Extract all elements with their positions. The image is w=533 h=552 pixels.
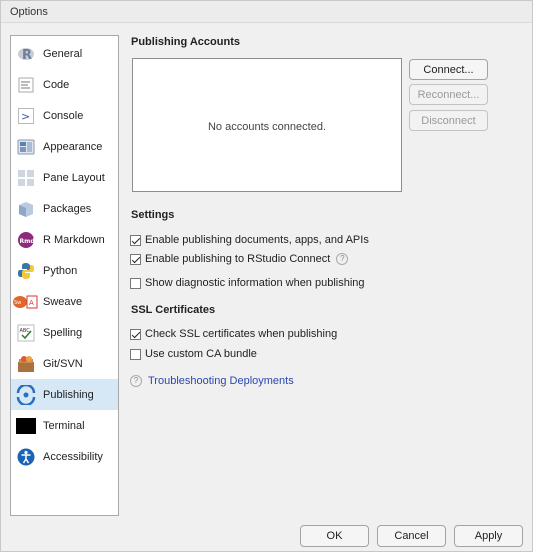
accessibility-icon xyxy=(16,447,36,467)
sidebar-item-label: Accessibility xyxy=(43,450,103,463)
window-title: Options xyxy=(10,6,48,18)
svg-text:R: R xyxy=(22,48,32,63)
custom-ca-row[interactable]: Use custom CA bundle xyxy=(130,346,257,362)
options-dialog: Options R General Code > Console Appeara… xyxy=(0,0,533,552)
packages-icon xyxy=(16,199,36,219)
enable-publishing-checkbox[interactable] xyxy=(130,234,141,246)
settings-heading: Settings xyxy=(131,209,175,221)
svg-text:>: > xyxy=(21,110,30,123)
sidebar-item-packages[interactable]: Packages xyxy=(11,193,118,224)
checkbox-label: Check SSL certificates when publishing xyxy=(145,328,338,340)
ssl-certificates-heading: SSL Certificates xyxy=(131,304,216,316)
sidebar-item-console[interactable]: > Console xyxy=(11,100,118,131)
sidebar-item-label: Sweave xyxy=(43,295,83,308)
ok-button[interactable]: OK xyxy=(300,525,369,547)
troubleshooting-row: ? Troubleshooting Deployments xyxy=(130,374,294,388)
sidebar-item-appearance[interactable]: Appearance xyxy=(11,131,118,162)
sidebar-item-sweave[interactable]: Sw A Sweave xyxy=(11,286,118,317)
check-ssl-row[interactable]: Check SSL certificates when publishing xyxy=(130,326,337,342)
checkbox-label: Enable publishing documents, apps, and A… xyxy=(145,234,369,246)
sidebar-item-accessibility[interactable]: Accessibility xyxy=(11,441,118,472)
python-icon xyxy=(16,261,36,281)
sidebar-item-label: R Markdown xyxy=(43,233,105,246)
console-icon: > xyxy=(16,106,36,126)
pane-layout-icon xyxy=(16,168,36,188)
sidebar-item-label: Git/SVN xyxy=(43,357,83,370)
spelling-icon: ABC xyxy=(16,323,36,343)
checkbox-label: Show diagnostic information when publish… xyxy=(145,277,365,289)
sidebar-item-general[interactable]: R General xyxy=(11,38,118,69)
accounts-list[interactable]: No accounts connected. xyxy=(132,58,402,192)
sidebar-item-label: Console xyxy=(43,109,84,122)
git-icon xyxy=(16,354,36,374)
cancel-button[interactable]: Cancel xyxy=(377,525,446,547)
publishing-icon xyxy=(16,384,36,405)
enable-publishing-row[interactable]: Enable publishing documents, apps, and A… xyxy=(130,232,369,248)
connect-button[interactable]: Connect... xyxy=(409,59,488,80)
sidebar-item-label: Packages xyxy=(43,202,92,215)
svg-text:Sw: Sw xyxy=(14,300,21,306)
terminal-icon xyxy=(16,416,36,436)
sweave-icon: Sw A xyxy=(13,292,39,312)
sidebar-item-label: Publishing xyxy=(43,388,94,401)
sidebar-item-r-markdown[interactable]: Rmd R Markdown xyxy=(11,224,118,255)
svg-text:Rmd: Rmd xyxy=(20,238,35,245)
rmarkdown-icon: Rmd xyxy=(16,230,36,250)
sidebar-item-label: Spelling xyxy=(43,326,83,339)
appearance-icon xyxy=(16,137,36,157)
sidebar-item-label: Terminal xyxy=(43,419,85,432)
reconnect-button[interactable]: Reconnect... xyxy=(409,84,488,105)
enable-rstudio-connect-checkbox[interactable] xyxy=(130,253,141,265)
sidebar-item-spelling[interactable]: ABC Spelling xyxy=(11,317,118,348)
title-bar: Options xyxy=(1,1,532,23)
sidebar-item-publishing[interactable]: Publishing xyxy=(11,379,118,410)
sidebar-item-pane-layout[interactable]: Pane Layout xyxy=(11,162,118,193)
apply-button[interactable]: Apply xyxy=(454,525,523,547)
disconnect-button[interactable]: Disconnect xyxy=(409,110,488,131)
sidebar-item-code[interactable]: Code xyxy=(11,69,118,100)
troubleshooting-link[interactable]: Troubleshooting Deployments xyxy=(148,375,294,387)
sidebar-item-label: Pane Layout xyxy=(43,171,105,184)
publishing-accounts-heading: Publishing Accounts xyxy=(131,36,240,48)
checkbox-label: Use custom CA bundle xyxy=(145,348,257,360)
options-sidebar: R General Code > Console Appearance Pane… xyxy=(10,35,119,516)
diagnostic-info-row[interactable]: Show diagnostic information when publish… xyxy=(130,275,365,291)
custom-ca-checkbox[interactable] xyxy=(130,348,141,360)
r-logo-icon: R xyxy=(16,44,36,64)
check-ssl-checkbox[interactable] xyxy=(130,328,141,340)
sidebar-item-label: Python xyxy=(43,264,78,277)
empty-accounts-text: No accounts connected. xyxy=(207,121,327,133)
enable-rstudio-connect-row[interactable]: Enable publishing to RStudio Connect ? xyxy=(130,251,349,267)
code-icon xyxy=(16,75,36,95)
sidebar-item-python[interactable]: Python xyxy=(11,255,118,286)
sidebar-item-terminal[interactable]: Terminal xyxy=(11,410,118,441)
sidebar-item-label: Appearance xyxy=(43,140,103,153)
help-icon[interactable]: ? xyxy=(336,253,349,265)
sidebar-item-label: General xyxy=(43,47,83,60)
sidebar-item-label: Code xyxy=(43,78,70,91)
svg-text:A: A xyxy=(29,299,34,307)
help-icon: ? xyxy=(130,375,142,387)
diagnostic-info-checkbox[interactable] xyxy=(130,277,141,289)
checkbox-label: Enable publishing to RStudio Connect xyxy=(145,253,331,265)
sidebar-item-git-svn[interactable]: Git/SVN xyxy=(11,348,118,379)
